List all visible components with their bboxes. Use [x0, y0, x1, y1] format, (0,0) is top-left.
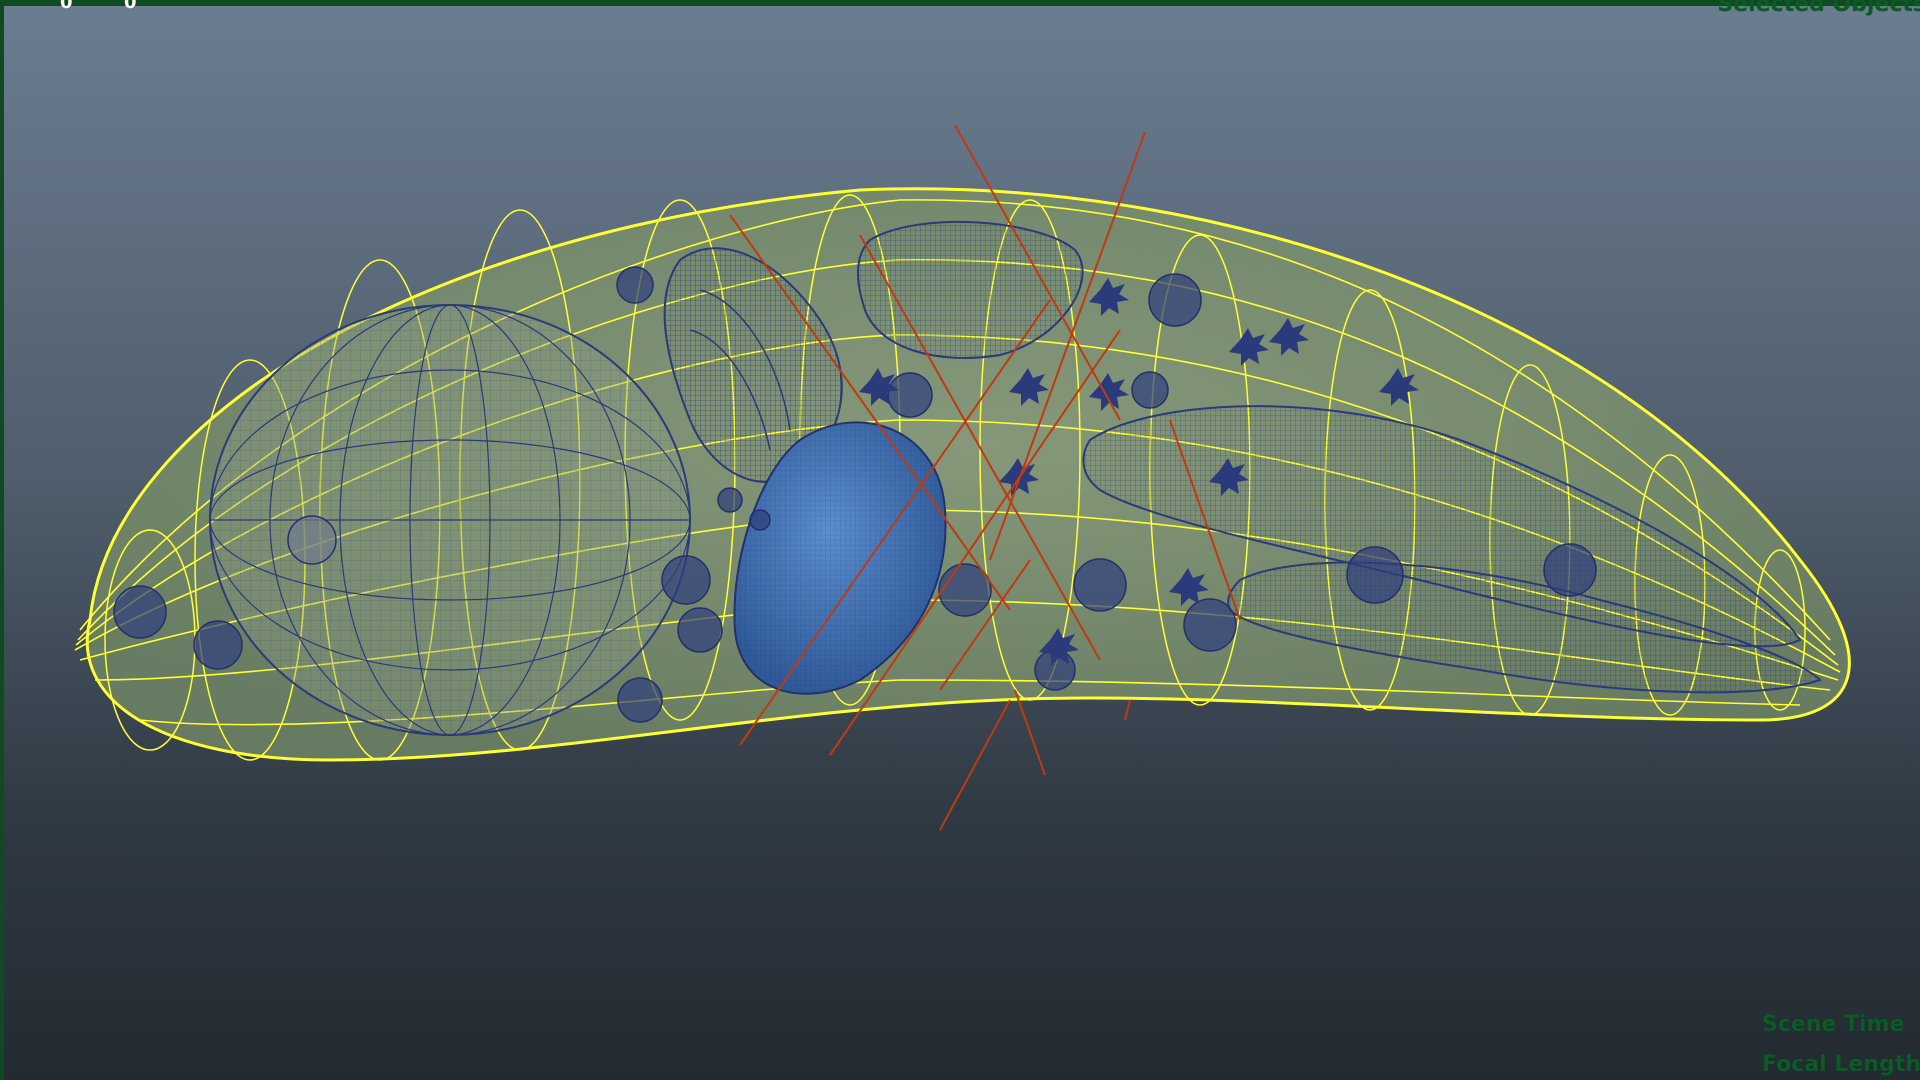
hud-focal-length: Focal Length — [1762, 1052, 1920, 1077]
viewport-left-border — [0, 0, 4, 1080]
viewport-top-border — [0, 0, 1920, 6]
hud-selected-objects: Selected Objects — [1717, 0, 1920, 17]
maya-viewport[interactable]: 0 0 Selected Objects Scene Time Focal Le… — [0, 0, 1920, 1080]
cell-model-scene[interactable] — [0, 0, 1920, 1080]
top-tick-label: 0 — [60, 0, 73, 13]
hud-scene-time: Scene Time — [1762, 1012, 1905, 1037]
top-tick-label: 0 — [124, 0, 137, 13]
vacuole-sphere[interactable] — [209, 304, 691, 736]
